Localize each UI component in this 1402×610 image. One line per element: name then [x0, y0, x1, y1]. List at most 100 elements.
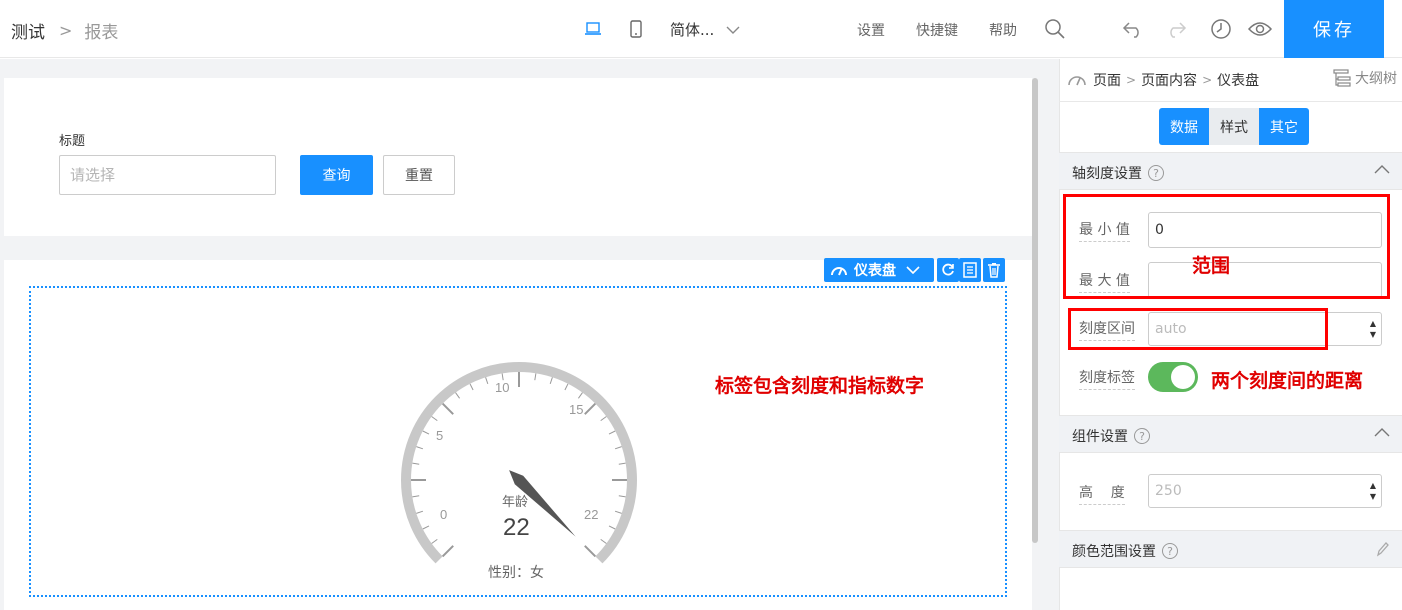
- title-filter-select[interactable]: 请选择: [59, 155, 276, 195]
- gauge-icon: [831, 267, 847, 276]
- outline-tree-icon: [1333, 69, 1351, 87]
- gauge-tick: [584, 402, 597, 415]
- gauge-tick-label: 5: [436, 428, 444, 443]
- gauge-tick-label: 10: [495, 380, 510, 395]
- gauge-subtitle: 性别：女: [488, 565, 544, 581]
- axis-settings-header[interactable]: 轴刻度设置?: [1059, 152, 1402, 190]
- gauge-tick-label: 0: [440, 507, 448, 522]
- desktop-icon[interactable]: [580, 16, 606, 42]
- breadcrumb-separator-icon: >: [59, 21, 73, 40]
- redo-icon[interactable]: [1163, 16, 1189, 42]
- gauge-tick: [431, 416, 438, 422]
- help-link[interactable]: 帮助: [989, 20, 1017, 40]
- reset-button[interactable]: 重置: [383, 155, 455, 195]
- gauge-tick: [455, 392, 461, 399]
- chevron-up-icon: [1374, 428, 1390, 437]
- gauge-tick: [600, 416, 607, 422]
- settings-link[interactable]: 设置: [857, 20, 885, 40]
- delete-trash-icon[interactable]: [983, 258, 1005, 282]
- tab-other[interactable]: 其它: [1259, 108, 1309, 145]
- stepper-arrows-icon[interactable]: ▲ ▼: [1370, 480, 1376, 502]
- panel-breadcrumb: 页面 > 页面内容 > 仪表盘: [1067, 70, 1259, 90]
- gauge-tick: [422, 430, 430, 435]
- undo-icon[interactable]: [1120, 16, 1146, 42]
- title-filter-label: 标题: [59, 134, 86, 149]
- gauge-tick: [441, 402, 454, 415]
- language-select[interactable]: 简体...: [670, 19, 740, 40]
- breadcrumb-current: 报表: [84, 23, 119, 43]
- language-label: 简体...: [670, 21, 715, 39]
- panel-tabs: 数据 样式 其它: [1159, 108, 1309, 145]
- gauge-chart: [401, 362, 637, 564]
- chevron-down-icon: [726, 26, 740, 34]
- tick-label-toggle[interactable]: [1148, 362, 1198, 392]
- component-type-tag[interactable]: 仪表盘: [824, 258, 934, 282]
- query-button[interactable]: 查询: [300, 155, 373, 195]
- panel-crumb-page[interactable]: 页面: [1093, 70, 1121, 90]
- crumb-separator-icon: >: [1126, 73, 1137, 87]
- edit-pencil-icon[interactable]: [1376, 541, 1390, 557]
- gauge-tick: [600, 538, 607, 544]
- toggle-knob: [1171, 365, 1195, 389]
- help-question-icon[interactable]: ?: [1162, 543, 1178, 559]
- gauge-tick: [416, 510, 424, 514]
- gauge-icon: [1068, 76, 1086, 86]
- annotation-labels-note: 标签包含刻度和指标数字: [715, 375, 925, 397]
- outline-tree-button[interactable]: 大纲树: [1333, 68, 1397, 88]
- tab-style[interactable]: 样式: [1209, 108, 1259, 145]
- gauge-tick: [534, 373, 537, 381]
- chevron-down-icon: [906, 266, 920, 274]
- gauge-tick: [577, 392, 583, 399]
- gauge-tick: [564, 383, 569, 391]
- gauge-tick: [441, 545, 454, 558]
- component-type-label: 仪表盘: [854, 263, 896, 279]
- gauge-tick: [584, 545, 597, 558]
- gauge-tick: [412, 462, 420, 465]
- mobile-icon[interactable]: [623, 16, 649, 42]
- help-question-icon[interactable]: ?: [1134, 428, 1150, 444]
- color-range-title: 颜色范围设置: [1072, 544, 1156, 560]
- refresh-icon[interactable]: [937, 258, 959, 282]
- annotation-range-box: [1063, 194, 1390, 299]
- gauge-tick: [618, 462, 626, 465]
- gauge-tick: [614, 446, 622, 450]
- tab-data[interactable]: 数据: [1159, 108, 1209, 145]
- annotation-interval-box: [1068, 308, 1328, 350]
- help-question-icon[interactable]: ?: [1148, 165, 1164, 181]
- breadcrumb-project[interactable]: 测试: [11, 18, 45, 43]
- gauge-tick: [422, 525, 430, 530]
- axis-settings-title: 轴刻度设置: [1072, 166, 1142, 182]
- crumb-separator-icon: >: [1202, 73, 1213, 87]
- color-range-header[interactable]: 颜色范围设置?: [1059, 530, 1402, 568]
- gauge-indicator-name: 年龄: [502, 495, 529, 510]
- search-icon[interactable]: [1042, 16, 1068, 42]
- gauge-tick: [469, 383, 474, 391]
- panel-crumb-content[interactable]: 页面内容: [1141, 70, 1197, 90]
- gauge-tick: [549, 377, 553, 385]
- chevron-up-icon: [1374, 165, 1390, 174]
- outline-tree-label: 大纲树: [1355, 71, 1397, 87]
- properties-icon[interactable]: [959, 258, 981, 282]
- history-clock-icon[interactable]: [1208, 16, 1234, 42]
- top-bar: 测试 > 报表 简体... 设置 快捷键 帮助 保存: [0, 0, 1402, 58]
- preview-eye-icon[interactable]: [1247, 16, 1273, 42]
- gauge-tick-label: 15: [569, 402, 584, 417]
- panel-divider: [1059, 101, 1402, 102]
- breadcrumb: 测试 > 报表: [11, 18, 118, 43]
- gauge-tick: [412, 495, 420, 498]
- height-placeholder: 250: [1155, 483, 1182, 499]
- stepper-arrows-icon[interactable]: ▲ ▼: [1370, 318, 1376, 340]
- annotation-interval-note: 两个刻度间的距离: [1211, 370, 1364, 392]
- component-settings-title: 组件设置: [1072, 429, 1128, 445]
- panel-crumb-gauge: 仪表盘: [1217, 73, 1260, 89]
- height-label: 高 度: [1079, 482, 1125, 505]
- annotation-range-note: 范围: [1192, 255, 1231, 277]
- canvas-scrollbar[interactable]: [1032, 78, 1038, 543]
- height-input[interactable]: 250 ▲ ▼: [1148, 474, 1382, 508]
- gauge-tick: [431, 538, 438, 544]
- component-settings-header[interactable]: 组件设置?: [1059, 415, 1402, 453]
- gauge-value: 22: [503, 514, 530, 541]
- gauge-tick: [608, 430, 616, 435]
- save-button[interactable]: 保存: [1284, 0, 1384, 58]
- shortcuts-link[interactable]: 快捷键: [916, 20, 958, 40]
